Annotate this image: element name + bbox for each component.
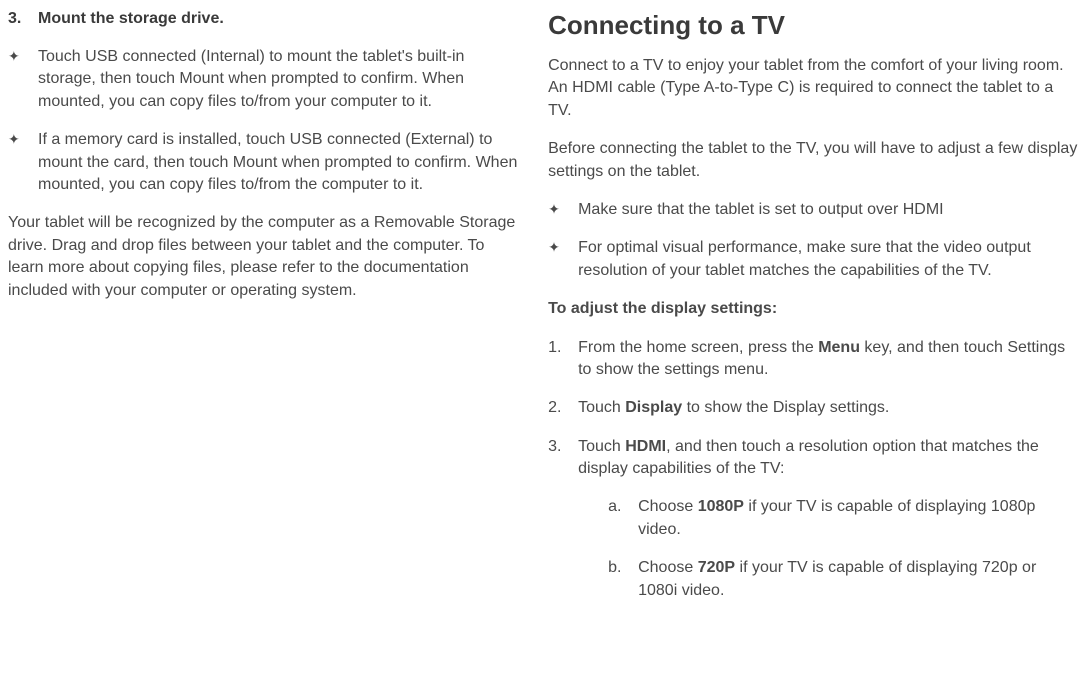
pre-list-paragraph: Before connecting the tablet to the TV, … [548, 138, 1079, 183]
list-item: ✦ For optimal visual performance, make s… [548, 237, 1079, 282]
adjust-heading: To adjust the display settings: [548, 298, 1079, 320]
list-item: 1. From the home screen, press the Menu … [548, 337, 1079, 382]
intro-paragraph: Connect to a TV to enjoy your tablet fro… [548, 55, 1079, 122]
list-item: b. Choose 720P if your TV is capable of … [608, 557, 1079, 602]
star-icon: ✦ [8, 46, 38, 113]
step-number: 1. [548, 337, 578, 382]
star-icon: ✦ [8, 129, 38, 196]
left-bullet-list: ✦ Touch USB connected (Internal) to moun… [8, 46, 518, 196]
section-heading: Connecting to a TV [548, 10, 1079, 41]
list-item: 2. Touch Display to show the Display set… [548, 397, 1079, 419]
step-3-heading: 3. Mount the storage drive. [8, 10, 518, 28]
star-icon: ✦ [548, 199, 578, 221]
alpha-number: b. [608, 557, 638, 602]
alpha-number: a. [608, 496, 638, 541]
right-bullet-list: ✦ Make sure that the tablet is set to ou… [548, 199, 1079, 282]
list-item: 3. Touch HDMI, and then touch a resoluti… [548, 436, 1079, 618]
list-item: ✦ Make sure that the tablet is set to ou… [548, 199, 1079, 221]
list-item: a. Choose 1080P if your TV is capable of… [608, 496, 1079, 541]
bullet-text: Touch USB connected (Internal) to mount … [38, 46, 518, 113]
bullet-text: If a memory card is installed, touch USB… [38, 129, 518, 196]
star-icon: ✦ [548, 237, 578, 282]
step-number: 3. [548, 436, 578, 618]
list-item: ✦ Touch USB connected (Internal) to moun… [8, 46, 518, 113]
list-item: ✦ If a memory card is installed, touch U… [8, 129, 518, 196]
step-text: Touch HDMI, and then touch a resolution … [578, 436, 1079, 618]
alpha-sublist: a. Choose 1080P if your TV is capable of… [608, 496, 1079, 602]
substep-text: Choose 1080P if your TV is capable of di… [638, 496, 1079, 541]
step-title: Mount the storage drive. [38, 10, 224, 28]
numbered-steps: 1. From the home screen, press the Menu … [548, 337, 1079, 619]
bullet-text: For optimal visual performance, make sur… [578, 237, 1079, 282]
step-number: 2. [548, 397, 578, 419]
bullet-text: Make sure that the tablet is set to outp… [578, 199, 1079, 221]
step-number: 3. [8, 10, 38, 28]
step-text: Touch Display to show the Display settin… [578, 397, 1079, 419]
left-paragraph: Your tablet will be recognized by the co… [8, 212, 518, 302]
step-text: From the home screen, press the Menu key… [578, 337, 1079, 382]
substep-text: Choose 720P if your TV is capable of dis… [638, 557, 1079, 602]
